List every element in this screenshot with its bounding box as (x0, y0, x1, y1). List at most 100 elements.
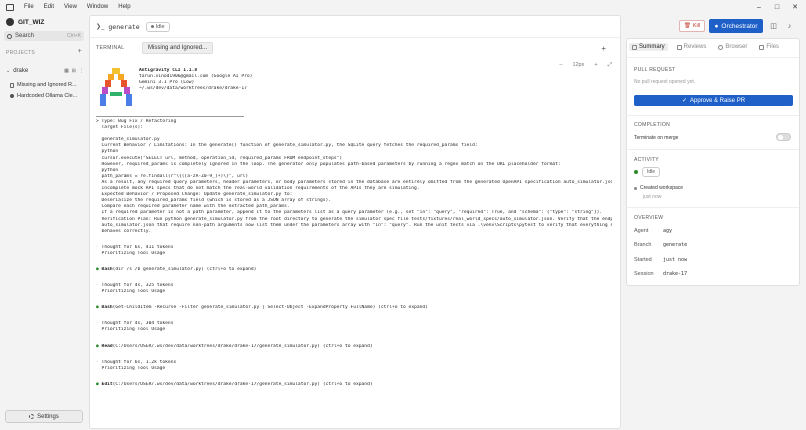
main-panel: ❯_ generate Idle TERMINAL Missing and Ig… (89, 15, 621, 429)
event-dot-icon (634, 186, 637, 190)
terminal-body: > Type: Bug Fix / Refactoring Target Fil… (96, 119, 612, 388)
more-icon[interactable]: ⋮ (79, 68, 84, 74)
thought-detail-text: Prioritizing Tool Usage (101, 250, 166, 256)
tool-name: Edit (101, 381, 113, 387)
right-panel: Summary Reviews Browser Files PULL REQUE… (626, 38, 800, 286)
activity-event: Created workspace (634, 185, 683, 191)
terminal-tabs: TERMINAL Missing and Ignored... + (90, 40, 620, 56)
thread-label: Hardcoded Ollama Cle... (17, 93, 78, 99)
divider (627, 115, 799, 116)
menu-bar: File Edit View Window Help (0, 0, 806, 14)
tool-step[interactable]: ● Edit(C:/Users/USER/.ws/dev/data/worktr… (96, 382, 612, 388)
folder-icon[interactable]: ▦ (64, 68, 69, 74)
thread-item[interactable]: Hardcoded Ollama Cle... (10, 93, 86, 99)
menu-view[interactable]: View (64, 4, 77, 10)
trash-icon: 🗑 (683, 23, 691, 29)
settings-label: Settings (37, 413, 59, 420)
status-dot-icon (634, 170, 638, 174)
overview-key: Branch (634, 242, 652, 248)
app-name: GIT_WIZ (18, 18, 45, 26)
reviews-icon (676, 44, 682, 50)
cli-banner: Antigravity CLI 1.1.8 tarun.vinod1906@gm… (139, 68, 252, 92)
activity-heading: ACTIVITY (634, 157, 659, 163)
new-thread-icon[interactable]: ⊞ (72, 68, 76, 74)
overview-row: Agent agy (634, 228, 794, 234)
tab-reviews-label: Reviews (683, 44, 707, 50)
menu-edit[interactable]: Edit (44, 4, 54, 10)
tool-args: (C:/Users/USER/.ws/dev/data/worktrees/dr… (112, 343, 373, 349)
layout-toggle-icon[interactable]: ◫ (767, 20, 780, 32)
completion-heading: COMPLETION (634, 122, 671, 128)
search-icon (7, 33, 12, 39)
close-window-icon[interactable]: ✕ (786, 0, 804, 14)
overview-value: generate (663, 242, 688, 248)
thread-label: Missing and Ignored R... (17, 82, 77, 88)
output-line: If a required parameter is not a path pa… (96, 210, 603, 216)
status-badge: Idle (145, 21, 170, 32)
activity-time: just now (643, 194, 662, 200)
sidebar-toggle-icon[interactable] (6, 3, 14, 11)
thought-detail-text: Prioritizing Tool Usage (101, 327, 166, 333)
terminal-output[interactable]: Antigravity CLI 1.1.8 tarun.vinod1906@gm… (94, 64, 614, 424)
tab-summary[interactable]: Summary (629, 43, 668, 51)
check-circle-icon: ✓ (681, 98, 687, 104)
maximize-icon[interactable]: □ (768, 0, 786, 14)
tab-browser[interactable]: Browser (715, 43, 750, 51)
menu-help[interactable]: Help (118, 4, 130, 10)
tab-files[interactable]: Files (756, 43, 782, 51)
tab-terminal-session[interactable]: Missing and Ignored... (142, 42, 214, 54)
tool-name: Bash (101, 305, 113, 311)
globe-icon (718, 44, 724, 50)
tool-name: Read (101, 343, 113, 349)
terminal-prompt-icon: ❯_ (96, 24, 105, 30)
divider (627, 207, 799, 208)
menu-window[interactable]: Window (87, 4, 108, 10)
terminal-label: TERMINAL (96, 45, 125, 51)
gear-icon (29, 414, 35, 419)
tool-name: Bash (101, 266, 113, 272)
search-placeholder: Search (15, 33, 35, 39)
terminate-label: Terminate on merge (634, 135, 679, 141)
project-name: drake (13, 68, 29, 74)
add-project-button[interactable]: + (78, 48, 82, 56)
approve-label: Approve & Raise PR (690, 97, 746, 104)
pull-request-heading: PULL REQUEST (634, 67, 676, 73)
overview-row: Started just now (634, 257, 794, 263)
divider (627, 57, 799, 58)
orchestrator-button[interactable]: ● Orchestrator (709, 19, 763, 33)
output-line: However, required_params is completely i… (96, 161, 561, 167)
project-drake[interactable]: ⌄ drake ▦ ⊞ ⋮ (6, 68, 84, 74)
tool-args: (Get-ChildItem -Recurse -Filter generate… (112, 305, 428, 311)
session-header: ❯_ generate Idle (90, 16, 620, 38)
status-label: Idle (155, 23, 165, 30)
overview-key: Agent (634, 228, 649, 234)
settings-button[interactable]: Settings (5, 410, 83, 423)
divider (627, 149, 799, 150)
projects-label: PROJECTS (6, 50, 36, 56)
activity-status-badge: Idle (642, 167, 661, 177)
thread-item[interactable]: Missing and Ignored R... (10, 82, 86, 88)
tab-reviews[interactable]: Reviews (674, 43, 710, 51)
kill-button[interactable]: 🗑 Kill (679, 20, 705, 32)
tab-summary-label: Summary (639, 44, 665, 50)
right-panel-tabs: Summary Reviews Browser Files (629, 43, 782, 51)
minimize-icon[interactable]: – (750, 0, 768, 14)
output-line: Verification Plan: Run python generate_s… (96, 216, 612, 222)
overview-key: Started (634, 257, 652, 263)
summary-icon (632, 44, 637, 50)
bell-icon[interactable]: ♪ (783, 20, 796, 32)
overview-heading: OVERVIEW (634, 215, 664, 221)
activity-status-row: Idle (634, 167, 661, 177)
menu-file[interactable]: File (24, 4, 34, 10)
add-tab-button[interactable]: + (601, 44, 606, 53)
search-input[interactable]: Search Ctrl+K (4, 31, 84, 41)
thought-summary: Thought for 6s, 411 tokens (101, 244, 174, 250)
projects-header: PROJECTS + (6, 48, 82, 56)
user-icon: ● (714, 22, 719, 30)
divider (96, 116, 244, 117)
terminate-on-merge-toggle[interactable] (776, 133, 791, 141)
sidebar: GIT_WIZ Search Ctrl+K PROJECTS + ⌄ drake… (0, 14, 88, 430)
github-logo-icon (6, 18, 14, 26)
thought-detail-text: Prioritizing Tool Usage (101, 365, 166, 371)
approve-raise-pr-button[interactable]: ✓ Approve & Raise PR (634, 95, 793, 106)
